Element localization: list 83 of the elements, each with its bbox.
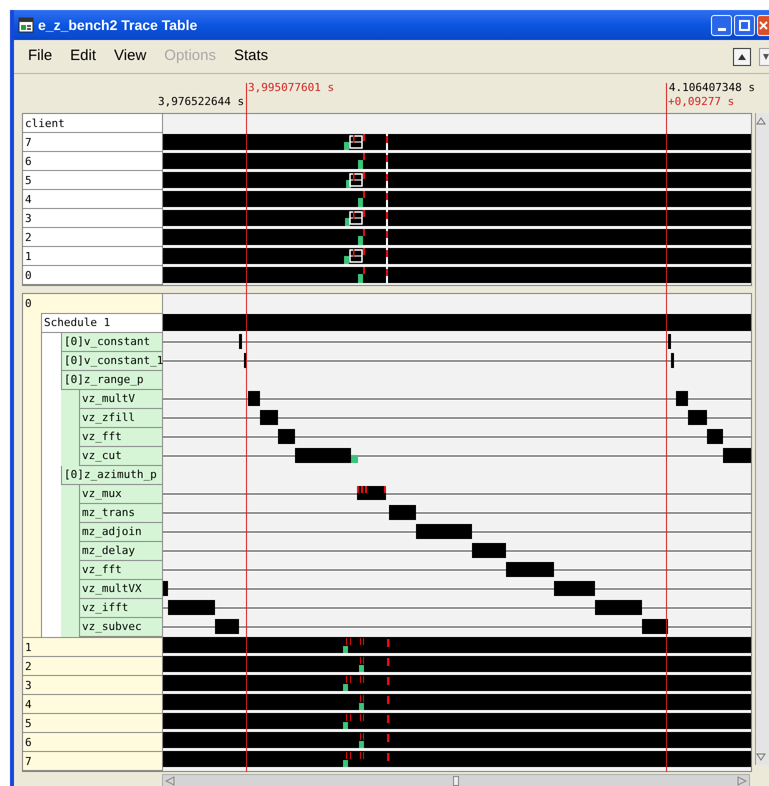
task-bar bbox=[688, 410, 707, 425]
task-bar bbox=[163, 581, 168, 596]
row-label: 3 bbox=[23, 209, 163, 228]
task-bar bbox=[595, 600, 642, 615]
scroll-up-button[interactable] bbox=[733, 48, 751, 66]
task-bar bbox=[416, 524, 472, 539]
task-bar bbox=[357, 486, 386, 500]
start-time-label: 3,976522644 s bbox=[158, 94, 244, 110]
row-label: 0 bbox=[24, 296, 33, 312]
vertical-scrollbar[interactable] bbox=[755, 113, 769, 765]
row-label: 6 bbox=[23, 152, 163, 171]
minimize-button[interactable] bbox=[711, 14, 732, 36]
minimize-icon bbox=[718, 28, 726, 30]
row-label: 5 bbox=[23, 171, 163, 190]
row-label: 5 bbox=[23, 714, 163, 733]
row-label: 7 bbox=[23, 752, 163, 771]
row-label: 0 bbox=[23, 266, 163, 285]
right-arrow-icon bbox=[737, 776, 747, 786]
row-label: 7 bbox=[23, 133, 163, 152]
close-button[interactable] bbox=[757, 14, 769, 36]
left-arrow-icon bbox=[165, 776, 175, 786]
window-title: e_z_bench2 Trace Table bbox=[38, 16, 198, 34]
task-bar bbox=[671, 353, 674, 368]
task-label: vz_mux bbox=[79, 485, 162, 504]
task-bar bbox=[472, 543, 506, 558]
horizontal-scrollbar[interactable] bbox=[162, 774, 750, 786]
task-bar bbox=[707, 429, 723, 444]
menu-item[interactable]: File bbox=[24, 45, 56, 68]
task-label: [0]z_range_p bbox=[61, 371, 162, 390]
end-time-label: 4.106407348 s bbox=[668, 80, 755, 96]
cursor-time-label: 3,995077601 s bbox=[248, 80, 334, 96]
column-header: client bbox=[23, 114, 163, 133]
task-bar bbox=[278, 429, 295, 444]
scroll-thumb-icon bbox=[453, 776, 459, 786]
task-label: [0]v_constant bbox=[61, 333, 162, 352]
task-bar bbox=[554, 581, 595, 596]
menu-item[interactable]: Stats bbox=[230, 45, 272, 68]
task-bar bbox=[260, 410, 278, 425]
scroll-down-button[interactable] bbox=[759, 48, 769, 66]
task-bar bbox=[723, 448, 751, 463]
task-bar bbox=[389, 505, 416, 520]
task-bar bbox=[239, 334, 242, 349]
row-label: 1 bbox=[23, 247, 163, 266]
task-label: vz_zfill bbox=[79, 409, 162, 428]
maximize-button[interactable] bbox=[734, 14, 755, 36]
row-label: 2 bbox=[23, 657, 163, 676]
task-label: vz_multVX bbox=[79, 580, 162, 599]
row-label: 4 bbox=[23, 695, 163, 714]
down-arrow-icon bbox=[756, 753, 766, 761]
task-label: vz_cut bbox=[79, 447, 162, 466]
task-label: mz_adjoin bbox=[79, 523, 162, 542]
delta-time-label: +0,09277 s bbox=[668, 94, 734, 110]
row-label: 3 bbox=[23, 676, 163, 695]
task-bar bbox=[215, 619, 239, 634]
row-label: 2 bbox=[23, 228, 163, 247]
task-label: vz_multV bbox=[79, 390, 162, 409]
task-bar bbox=[506, 562, 554, 577]
row-label: 1 bbox=[23, 638, 163, 657]
close-icon bbox=[758, 20, 768, 30]
task-label: vz_ifft bbox=[79, 599, 162, 618]
window-icon bbox=[18, 17, 34, 33]
down-triangle-icon bbox=[763, 54, 769, 60]
up-triangle-icon bbox=[738, 54, 746, 60]
task-bar bbox=[642, 619, 668, 634]
task-bar bbox=[676, 391, 688, 406]
maximize-icon bbox=[739, 20, 750, 30]
task-bar bbox=[668, 334, 671, 349]
task-bar bbox=[295, 448, 351, 463]
task-label: mz_delay bbox=[79, 542, 162, 561]
row-label: 4 bbox=[23, 190, 163, 209]
task-bar bbox=[168, 600, 215, 615]
task-label: vz_fft bbox=[79, 561, 162, 580]
row-label: 6 bbox=[23, 733, 163, 752]
task-bar bbox=[248, 391, 260, 406]
task-label: [0]v_constant_1 bbox=[61, 352, 162, 371]
marker-icon bbox=[351, 455, 358, 463]
task-label: vz_fft bbox=[79, 428, 162, 447]
menu-item[interactable]: View bbox=[110, 45, 150, 68]
menu-item[interactable]: Edit bbox=[66, 45, 100, 68]
up-arrow-icon bbox=[756, 117, 766, 125]
task-label: vz_subvec bbox=[79, 618, 162, 637]
task-label: mz_trans bbox=[79, 504, 162, 523]
task-label: [0]z_azimuth_p bbox=[61, 466, 162, 485]
